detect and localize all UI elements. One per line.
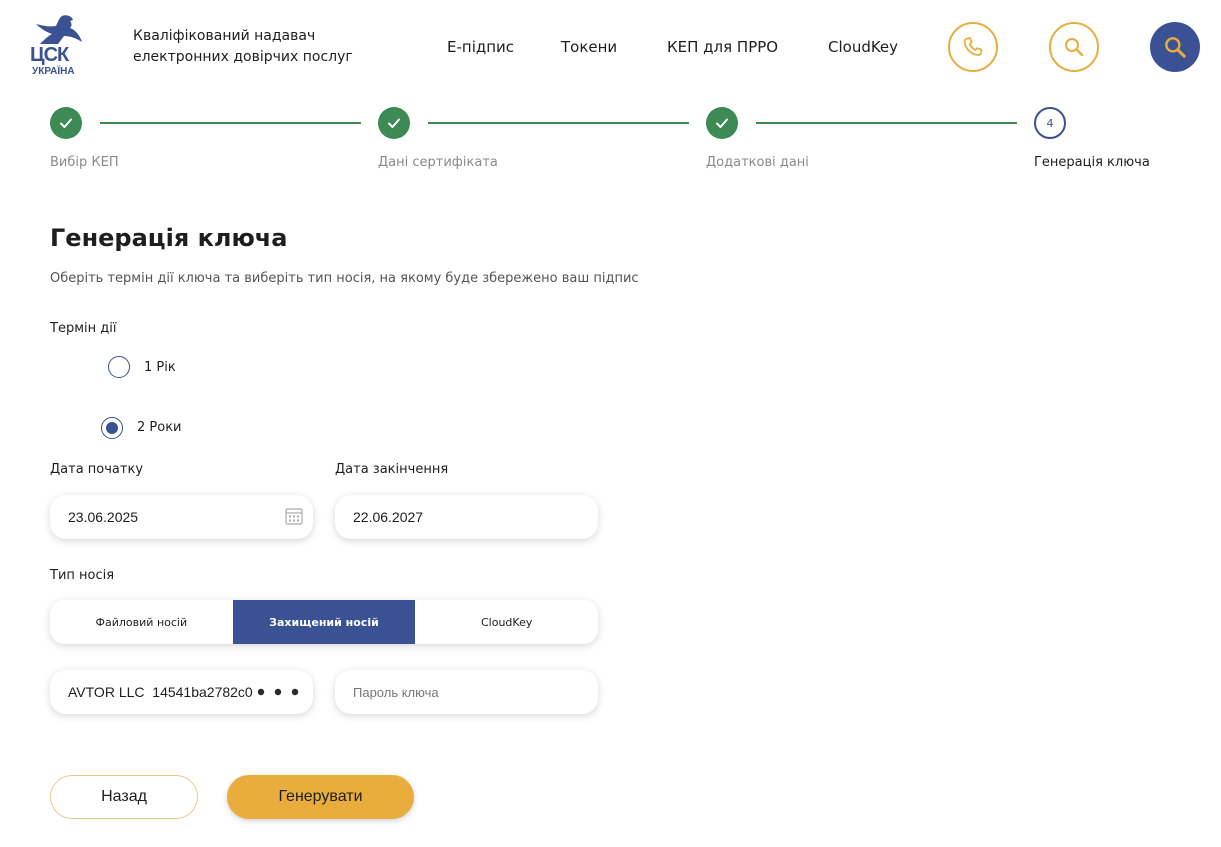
check-icon — [388, 118, 400, 128]
radio-2-years-label[interactable]: 2 Роки — [137, 420, 182, 435]
step-2-circle — [378, 107, 410, 139]
step-1-circle — [50, 107, 82, 139]
nav-tokens[interactable]: Токени — [561, 38, 617, 56]
more-icon[interactable] — [253, 687, 303, 697]
phone-button[interactable] — [948, 22, 998, 72]
nav-kep-prro[interactable]: КЕП для ПРРО — [667, 38, 778, 56]
media-type-selector: Файловий носій Захищений носій CloudKey — [50, 600, 598, 644]
media-option-cloudkey[interactable]: CloudKey — [415, 600, 598, 644]
check-icon — [716, 118, 728, 128]
nav-cloudkey[interactable]: CloudKey — [828, 38, 898, 56]
search-icon — [1065, 38, 1084, 57]
end-date-input[interactable]: 22.06.2027 — [335, 495, 598, 539]
start-date-input[interactable]: 23.06.2025 — [50, 495, 313, 539]
media-option-file[interactable]: Файловий носій — [50, 600, 233, 644]
radio-2-years[interactable] — [101, 417, 123, 439]
term-label: Термін дії — [50, 321, 117, 336]
nav-e-signature[interactable]: Е-підпис — [447, 38, 514, 56]
end-date-value: 22.06.2027 — [353, 509, 424, 525]
device-value: AVTOR LLC 14541ba2782c0 — [68, 684, 253, 700]
start-date-label: Дата початку — [50, 462, 144, 477]
step-4-circle: 4 — [1034, 107, 1066, 139]
logo-subtext: УКРАЇНА — [32, 66, 75, 77]
radio-1-year[interactable] — [108, 356, 130, 378]
search-icon — [1165, 37, 1186, 58]
generate-button[interactable]: Генерувати — [227, 775, 414, 819]
step-connector — [756, 122, 1017, 124]
back-button[interactable]: Назад — [50, 775, 198, 819]
step-label-additional-data: Додаткові дані — [706, 155, 809, 170]
step-label-choose-kep: Вибір КЕП — [50, 155, 119, 170]
key-password-input[interactable]: Пароль ключа — [335, 670, 598, 714]
media-type-label: Тип носія — [50, 568, 115, 583]
csk-logo[interactable]: ЦСК УКРАЇНА — [30, 14, 86, 80]
site-header: ЦСК УКРАЇНА Кваліфікований надавач елект… — [0, 0, 1221, 96]
calendar-icon[interactable] — [284, 506, 304, 526]
page-title: Генерація ключа — [50, 224, 288, 252]
step-3-circle — [706, 107, 738, 139]
key-password-placeholder: Пароль ключа — [353, 684, 439, 700]
start-date-value: 23.06.2025 — [68, 509, 139, 525]
tagline: Кваліфікований надавач електронних довір… — [133, 28, 353, 65]
check-icon — [60, 118, 72, 128]
step-connector — [100, 122, 361, 124]
end-date-label: Дата закінчення — [335, 462, 449, 477]
radio-1-year-label[interactable]: 1 Рік — [144, 360, 176, 375]
eagle-icon — [36, 15, 82, 45]
step-label-key-generation: Генерація ключа — [1034, 155, 1150, 170]
media-option-protected[interactable]: Захищений носій — [232, 600, 416, 644]
device-select[interactable]: AVTOR LLC 14541ba2782c0 — [50, 670, 313, 714]
phone-icon — [963, 37, 983, 56]
search-filled-button[interactable] — [1150, 22, 1200, 72]
step-label-certificate-data: Дані сертифіката — [378, 155, 498, 170]
logo-text: ЦСК — [30, 44, 69, 66]
search-button[interactable] — [1049, 22, 1099, 72]
page-subtitle: Оберіть термін дії ключа та виберіть тип… — [50, 271, 639, 286]
step-connector — [428, 122, 689, 124]
